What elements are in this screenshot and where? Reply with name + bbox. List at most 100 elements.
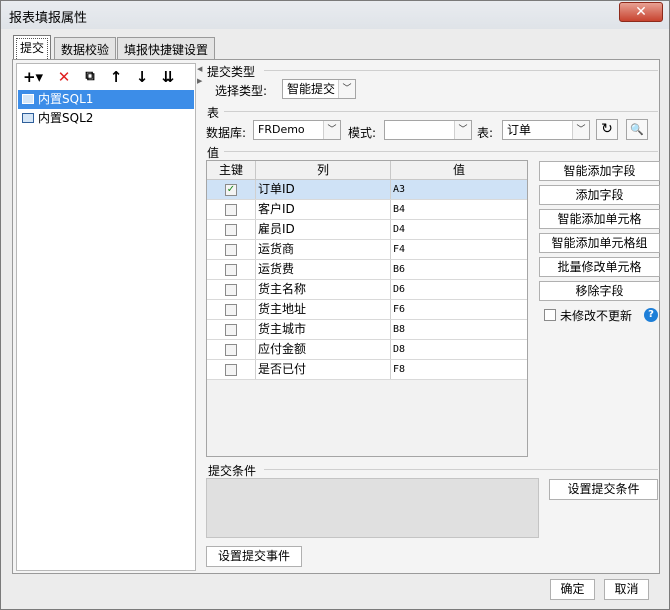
primary-key-checkbox[interactable] (225, 224, 237, 236)
table-label: 表: (477, 126, 494, 140)
copy-icon[interactable]: ⧉ (81, 68, 99, 86)
table-heading: 表 (207, 106, 220, 120)
table-row[interactable]: ✓ 订单ID A3 (207, 180, 527, 200)
expand-right-icon[interactable]: ▶ (197, 77, 202, 85)
primary-key-checkbox[interactable] (225, 324, 237, 336)
database-select[interactable]: FRDemo ﹀ (253, 120, 341, 140)
table-row[interactable]: 货主地址 F6 (207, 300, 527, 320)
no-update-unmodified-checkbox[interactable] (544, 309, 556, 321)
table-row[interactable]: 运货商 F4 (207, 240, 527, 260)
divider (264, 469, 658, 470)
move-bottom-icon[interactable]: ⇊ (159, 68, 177, 86)
column-cell[interactable]: 客户ID (256, 200, 391, 219)
sql-table-icon (22, 94, 34, 104)
column-cell[interactable]: 货主名称 (256, 280, 391, 299)
table-row[interactable]: 货主城市 B8 (207, 320, 527, 340)
column-cell[interactable]: 货主城市 (256, 320, 391, 339)
dialog-window: 报表填报属性 ✕ 提交 数据校验 填报快捷键设置 +▾ ✕ ⧉ ↑ ↓ ⇊ 内置… (0, 0, 670, 610)
primary-key-checkbox[interactable] (225, 364, 237, 376)
list-item-label: 内置SQL2 (38, 111, 94, 125)
primary-key-checkbox[interactable] (225, 344, 237, 356)
primary-key-checkbox[interactable] (225, 264, 237, 276)
chevron-down-icon: ﹀ (572, 121, 589, 139)
add-field-button[interactable]: 添加字段 (539, 185, 660, 205)
cancel-button[interactable]: 取消 (604, 579, 649, 600)
value-cell[interactable]: F6 (391, 300, 527, 319)
panel-splitter[interactable]: ◀ ▶ (197, 63, 203, 571)
column-cell[interactable]: 是否已付 (256, 360, 391, 379)
submit-type-label: 选择类型: (215, 84, 268, 98)
sql-list: 内置SQL1 内置SQL2 (18, 90, 194, 128)
column-cell[interactable]: 订单ID (256, 180, 391, 199)
remove-field-button[interactable]: 移除字段 (539, 281, 660, 301)
submit-settings: 提交类型 选择类型: 智能提交 ﹀ 表 数据库: FRDemo ﹀ 模式: ﹀ … (206, 60, 660, 572)
window-title: 报表填报属性 (9, 11, 88, 26)
table-row[interactable]: 是否已付 F8 (207, 360, 527, 380)
header-primary-key[interactable]: 主键 (207, 161, 256, 179)
column-cell[interactable]: 货主地址 (256, 300, 391, 319)
help-icon[interactable]: ? (644, 308, 658, 322)
column-cell[interactable]: 应付金额 (256, 340, 391, 359)
ok-button[interactable]: 确定 (550, 579, 595, 600)
add-icon[interactable]: +▾ (21, 68, 45, 86)
table-select[interactable]: 订单 ﹀ (502, 120, 590, 140)
table-header: 主键 列 值 (207, 161, 527, 180)
set-submit-event-button[interactable]: 设置提交事件 (206, 546, 302, 567)
submit-condition-heading: 提交条件 (208, 464, 257, 478)
header-column[interactable]: 列 (256, 161, 391, 179)
value-cell[interactable]: D8 (391, 340, 527, 359)
submit-type-heading: 提交类型 (207, 65, 256, 79)
chevron-down-icon: ﹀ (454, 121, 471, 139)
tab-shortcut-settings-label: 填报快捷键设置 (124, 43, 209, 57)
list-item-sql2[interactable]: 内置SQL2 (18, 109, 194, 128)
submit-type-select[interactable]: 智能提交 ﹀ (282, 79, 356, 99)
refresh-button[interactable]: ↻ (596, 119, 618, 140)
table-row[interactable]: 运货费 B6 (207, 260, 527, 280)
set-submit-condition-button[interactable]: 设置提交条件 (549, 479, 658, 500)
smart-add-field-button[interactable]: 智能添加字段 (539, 161, 660, 181)
table-row[interactable]: 雇员ID D4 (207, 220, 527, 240)
magnifier-icon: 🔍 (630, 123, 644, 136)
title-bar[interactable]: 报表填报属性 ✕ (1, 1, 669, 29)
column-cell[interactable]: 雇员ID (256, 220, 391, 239)
table-row[interactable]: 应付金额 D8 (207, 340, 527, 360)
submit-condition-area[interactable] (206, 478, 539, 538)
value-cell[interactable]: B4 (391, 200, 527, 219)
value-cell[interactable]: D4 (391, 220, 527, 239)
value-cell[interactable]: B6 (391, 260, 527, 279)
table-row[interactable]: 货主名称 D6 (207, 280, 527, 300)
batch-modify-cell-button[interactable]: 批量修改单元格 (539, 257, 660, 277)
delete-icon[interactable]: ✕ (55, 68, 73, 86)
close-button[interactable]: ✕ (619, 2, 663, 22)
move-up-icon[interactable]: ↑ (107, 68, 125, 86)
list-item-sql1[interactable]: 内置SQL1 (18, 90, 194, 109)
primary-key-checkbox[interactable] (225, 244, 237, 256)
tab-shortcut-settings[interactable]: 填报快捷键设置 (117, 37, 216, 59)
primary-key-checkbox[interactable]: ✓ (225, 184, 237, 196)
field-mapping-table: 主键 列 值 ✓ 订单ID A3 客户ID B4 雇员ID D4 运货商 F4 … (206, 160, 528, 457)
value-heading: 值 (207, 146, 220, 160)
tab-submit[interactable]: 提交 (13, 35, 52, 59)
value-cell[interactable]: F8 (391, 360, 527, 379)
collapse-left-icon[interactable]: ◀ (197, 65, 202, 73)
primary-key-checkbox[interactable] (225, 284, 237, 296)
primary-key-checkbox[interactable] (225, 304, 237, 316)
smart-add-cell-group-button[interactable]: 智能添加单元格组 (539, 233, 660, 253)
submit-type-value: 智能提交 (287, 82, 336, 96)
tab-data-validation[interactable]: 数据校验 (54, 37, 117, 59)
value-cell[interactable]: D6 (391, 280, 527, 299)
column-cell[interactable]: 运货费 (256, 260, 391, 279)
chevron-down-icon: ﹀ (323, 121, 340, 139)
value-cell[interactable]: F4 (391, 240, 527, 259)
column-cell[interactable]: 运货商 (256, 240, 391, 259)
primary-key-checkbox[interactable] (225, 204, 237, 216)
value-cell[interactable]: B8 (391, 320, 527, 339)
move-down-icon[interactable]: ↓ (133, 68, 151, 86)
tab-data-validation-label: 数据校验 (61, 43, 110, 57)
smart-add-cell-button[interactable]: 智能添加单元格 (539, 209, 660, 229)
table-row[interactable]: 客户ID B4 (207, 200, 527, 220)
header-value[interactable]: 值 (391, 161, 527, 179)
value-cell[interactable]: A3 (391, 180, 527, 199)
preview-button[interactable]: 🔍 (626, 119, 648, 140)
schema-select[interactable]: ﹀ (384, 120, 472, 140)
